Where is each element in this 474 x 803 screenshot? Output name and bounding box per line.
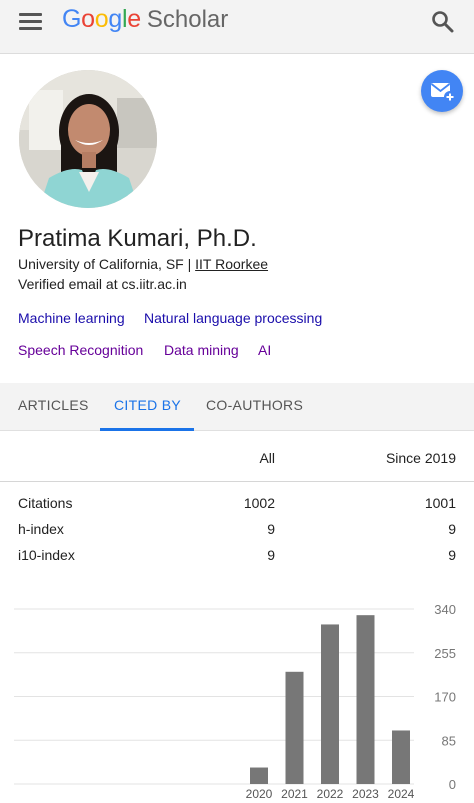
bar-2021[interactable]	[285, 671, 304, 784]
profile-photo	[19, 70, 157, 208]
bar-2020[interactable]	[250, 767, 268, 784]
active-tab-indicator	[100, 428, 194, 431]
logo-google-text: Google	[62, 5, 141, 34]
citations-since: 1001	[424, 495, 456, 511]
i10-index-all: 9	[267, 547, 275, 563]
interest-speech-recognition[interactable]: Speech Recognition	[18, 342, 143, 358]
row-label-h-index: h-index	[18, 521, 64, 537]
logo-letter: o	[94, 5, 109, 33]
row-label-i10-index: i10-index	[18, 547, 75, 563]
interest-ai[interactable]: AI	[258, 342, 271, 358]
verified-email: Verified email at cs.iitr.ac.in	[18, 276, 187, 292]
i10-index-since: 9	[448, 547, 456, 563]
bar-2022[interactable]	[321, 624, 339, 784]
tab-co-authors[interactable]: CO-AUTHORS	[206, 397, 303, 413]
profile-tabs: ARTICLES CITED BY CO-AUTHORS	[0, 383, 474, 431]
top-app-bar: Google Scholar	[0, 0, 474, 54]
affiliation: University of California, SF | IIT Roork…	[18, 256, 268, 272]
x-tick-label: 2022	[317, 787, 344, 801]
bar-2024[interactable]	[392, 730, 410, 784]
google-scholar-logo[interactable]: Google Scholar	[62, 5, 228, 39]
logo-scholar-text: Scholar	[146, 6, 229, 33]
tab-articles[interactable]: ARTICLES	[18, 397, 89, 413]
y-tick-label: 255	[434, 646, 456, 661]
h-index-all: 9	[267, 521, 275, 537]
affiliation-link[interactable]: IIT Roorkee	[195, 256, 268, 272]
citations-all: 1002	[243, 495, 275, 511]
row-label-citations: Citations	[18, 495, 73, 511]
x-tick-label: 2023	[352, 787, 379, 801]
y-tick-label: 170	[434, 690, 456, 705]
follow-email-button[interactable]	[421, 70, 463, 112]
column-header-since: Since 2019	[385, 450, 456, 466]
h-index-since: 9	[448, 521, 456, 537]
x-tick-label: 2020	[246, 787, 273, 801]
y-tick-label: 0	[449, 777, 456, 792]
x-tick-label: 2024	[388, 787, 415, 801]
menu-icon[interactable]	[19, 13, 43, 33]
y-tick-label: 340	[434, 602, 456, 617]
interest-machine-learning[interactable]: Machine learning	[18, 310, 125, 326]
search-icon[interactable]	[430, 9, 456, 35]
y-tick-label: 85	[442, 733, 456, 748]
logo-letter: e	[127, 5, 141, 33]
column-header-all: All	[259, 450, 275, 466]
interest-nlp[interactable]: Natural language processing	[144, 310, 322, 326]
logo-letter: g	[108, 5, 122, 33]
interest-data-mining[interactable]: Data mining	[164, 342, 239, 358]
author-name: Pratima Kumari, Ph.D.	[18, 225, 257, 252]
table-divider	[0, 481, 474, 482]
mail-plus-icon	[430, 83, 456, 103]
citations-per-year-chart: 0 85 170 255 340 2020 2021 2022 2023 2024	[14, 602, 456, 801]
x-tick-label: 2021	[281, 787, 308, 801]
logo-letter: o	[81, 5, 95, 33]
affiliation-text: University of California, SF |	[18, 256, 196, 272]
tab-cited-by[interactable]: CITED BY	[114, 397, 181, 413]
logo-letter: G	[62, 5, 82, 33]
bar-2023[interactable]	[356, 615, 375, 784]
